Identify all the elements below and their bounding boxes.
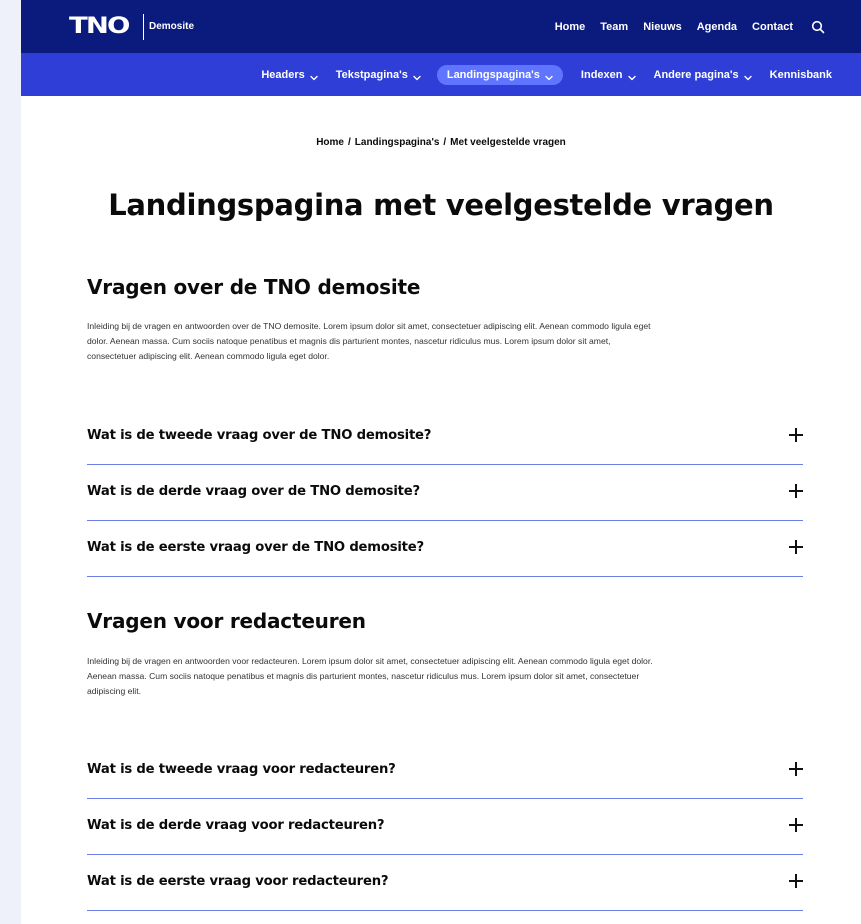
intro-line: adipiscing elit. xyxy=(87,686,141,696)
intro-line: consectetuer adipiscing elit. Aenean com… xyxy=(87,351,330,361)
subnav-item-label: Tekstpagina's xyxy=(335,68,408,81)
subnav-item-headers[interactable]: Headers xyxy=(261,68,318,81)
faq-item[interactable]: Wat is de eerste vraag voor redacteuren? xyxy=(87,854,803,911)
chevron-down-icon xyxy=(627,72,636,80)
plus-icon[interactable] xyxy=(789,818,803,832)
page-title: Landingspagina met veelgestelde vragen xyxy=(108,188,774,222)
faq-section-editors: Vragen voor redacteuren Inleiding bij de… xyxy=(87,609,803,911)
chevron-down-icon xyxy=(310,72,318,80)
intro-line: Inleiding bij de vragen en antwoorden vo… xyxy=(87,656,653,666)
nav-link-news[interactable]: Nieuws xyxy=(643,21,682,33)
plus-icon[interactable] xyxy=(789,540,803,554)
subnav-item-tekstpagina-s[interactable]: Tekstpagina's xyxy=(336,69,421,81)
section-navigation-bar: Headers Tekstpagina's Landingspagina's Inde… xyxy=(21,53,861,96)
breadcrumb-landingspaginas[interactable]: Landingspagina's xyxy=(355,137,440,148)
faq-question[interactable]: Wat is de derde vraag voor redacteuren? xyxy=(87,818,385,833)
breadcrumb: Home / Landingspagina's / Met veelgestelde v… xyxy=(21,137,861,148)
tno-logo-mark: TNO xyxy=(69,14,130,39)
faq-item[interactable]: Wat is de eerste vraag over de TNO demos… xyxy=(87,520,803,577)
subnav-item-indexen[interactable]: Indexen xyxy=(581,69,636,81)
faq-question[interactable]: Wat is de eerste vraag over de TNO demos… xyxy=(87,540,424,555)
breadcrumb-separator: / xyxy=(348,137,351,148)
section-navigation-items: Headers Tekstpagina's Landingspagina's Inde… xyxy=(243,53,832,96)
subnav-item-label: Kennisbank xyxy=(769,68,832,81)
site-logo[interactable]: TNO Demosite xyxy=(69,13,194,40)
section-intro: Inleiding bij de vragen en antwoorden ov… xyxy=(87,319,803,364)
subnav-item-label: Landingspagina's xyxy=(446,68,540,81)
main-navigation: Home Team Nieuws Agenda Contact xyxy=(540,0,825,53)
search-icon[interactable] xyxy=(811,20,825,34)
intro-line: dolor. Aenean massa. Cum sociis natoque … xyxy=(87,336,611,346)
subnav-item-landingspagina-s[interactable]: Landingspagina's xyxy=(436,64,563,85)
subnav-item-label: Headers xyxy=(261,68,305,81)
section-title: Vragen over de TNO demosite xyxy=(87,275,421,299)
nav-link-home[interactable]: Home xyxy=(555,21,586,33)
plus-icon[interactable] xyxy=(789,484,803,498)
page-frame: TNO Demosite Home Team Nieuws Agenda Con… xyxy=(21,0,861,924)
subnav-item-label: Indexen xyxy=(580,68,623,81)
section-intro: Inleiding bij de vragen en antwoorden vo… xyxy=(87,654,803,699)
plus-icon[interactable] xyxy=(789,428,803,442)
chevron-down-icon xyxy=(743,72,752,80)
section-title: Vragen voor redacteuren xyxy=(87,609,366,633)
faq-question[interactable]: Wat is de eerste vraag voor redacteuren? xyxy=(87,874,389,889)
plus-icon[interactable] xyxy=(789,874,803,888)
top-navigation-bar: TNO Demosite Home Team Nieuws Agenda Con… xyxy=(21,0,861,53)
breadcrumb-separator: / xyxy=(443,137,447,148)
plus-icon[interactable] xyxy=(789,762,803,776)
faq-item[interactable]: Wat is de tweede vraag voor redacteuren? xyxy=(87,742,803,799)
breadcrumb-home[interactable]: Home xyxy=(316,137,344,148)
subnav-item-label: Andere pagina's xyxy=(653,68,739,81)
nav-link-contact[interactable]: Contact xyxy=(752,21,793,33)
faq-question[interactable]: Wat is de derde vraag over de TNO demosi… xyxy=(87,484,420,499)
faq-section-demosite: Vragen over de TNO demosite Inleiding bi… xyxy=(87,275,803,577)
breadcrumb-current: Met veelgestelde vragen xyxy=(450,137,566,148)
nav-link-agenda[interactable]: Agenda xyxy=(697,21,737,33)
chevron-down-icon xyxy=(545,72,553,80)
faq-question[interactable]: Wat is de tweede vraag voor redacteuren? xyxy=(87,762,396,777)
nav-link-team[interactable]: Team xyxy=(600,21,628,33)
faq-item[interactable]: Wat is de tweede vraag over de TNO demos… xyxy=(87,408,803,465)
subnav-item-kennisbank[interactable]: Kennisbank xyxy=(770,69,832,81)
faq-item[interactable]: Wat is de derde vraag over de TNO demosi… xyxy=(87,464,803,521)
chevron-down-icon xyxy=(413,72,421,80)
intro-line: Aenean massa. Cum sociis natoque penatib… xyxy=(87,671,640,681)
subnav-item-andere-pagina-s[interactable]: Andere pagina's xyxy=(654,69,752,81)
faq-item[interactable]: Wat is de derde vraag voor redacteuren? xyxy=(87,798,803,855)
intro-line: Inleiding bij de vragen en antwoorden ov… xyxy=(87,321,651,331)
faq-question[interactable]: Wat is de tweede vraag over de TNO demos… xyxy=(87,428,431,443)
